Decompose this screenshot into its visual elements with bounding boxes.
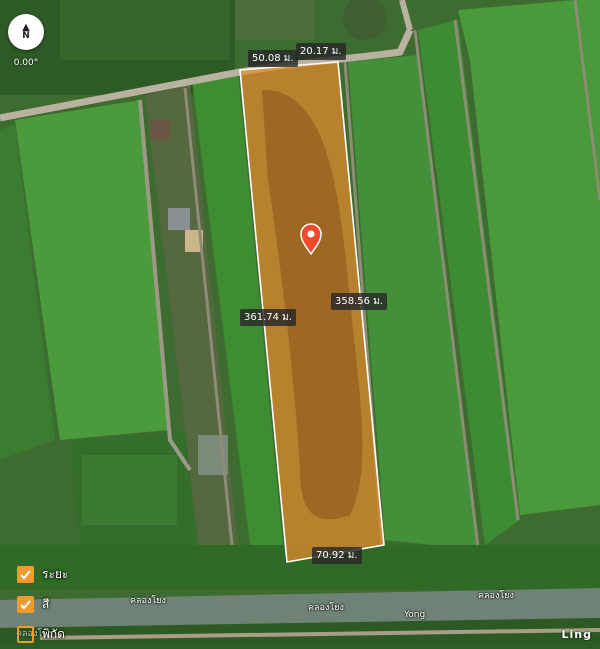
legend-label-coordinates: พิกัด: [42, 626, 65, 641]
legend-item-color[interactable]: สี: [17, 589, 68, 619]
legend-label-color: สี: [42, 596, 50, 611]
coordinates-checkbox[interactable]: [17, 625, 34, 643]
place-label-canal-right: คลองโยง: [478, 591, 514, 601]
check-icon: [20, 599, 31, 609]
legend-item-distance[interactable]: ระยะ: [17, 559, 68, 589]
dimension-top-left: 50.08 ม.: [248, 50, 298, 67]
compass-button[interactable]: ▲ N: [8, 14, 44, 50]
layer-legend: ระยะ สี พิกัด: [17, 559, 68, 649]
bearing-readout: 0.00°: [13, 58, 39, 68]
north-label: N: [22, 31, 30, 41]
check-icon: [20, 569, 31, 579]
legend-label-distance: ระยะ: [42, 566, 69, 581]
color-checkbox[interactable]: [17, 595, 34, 613]
satellite-map[interactable]: [0, 0, 600, 645]
dimension-top-right: 20.17 ม.: [296, 43, 346, 60]
dimension-left: 361.74 ม.: [240, 309, 296, 326]
dimension-bottom: 70.92 ม.: [312, 547, 362, 564]
dimension-right: 358.56 ม.: [331, 293, 387, 310]
map-attribution: Ling: [561, 628, 592, 641]
place-label-canal-left: คลองโยง: [130, 596, 166, 606]
place-label-canal-en: Yong: [404, 610, 426, 620]
place-label-canal-center: คลองโยง: [308, 603, 344, 613]
distance-checkbox[interactable]: [17, 565, 34, 583]
